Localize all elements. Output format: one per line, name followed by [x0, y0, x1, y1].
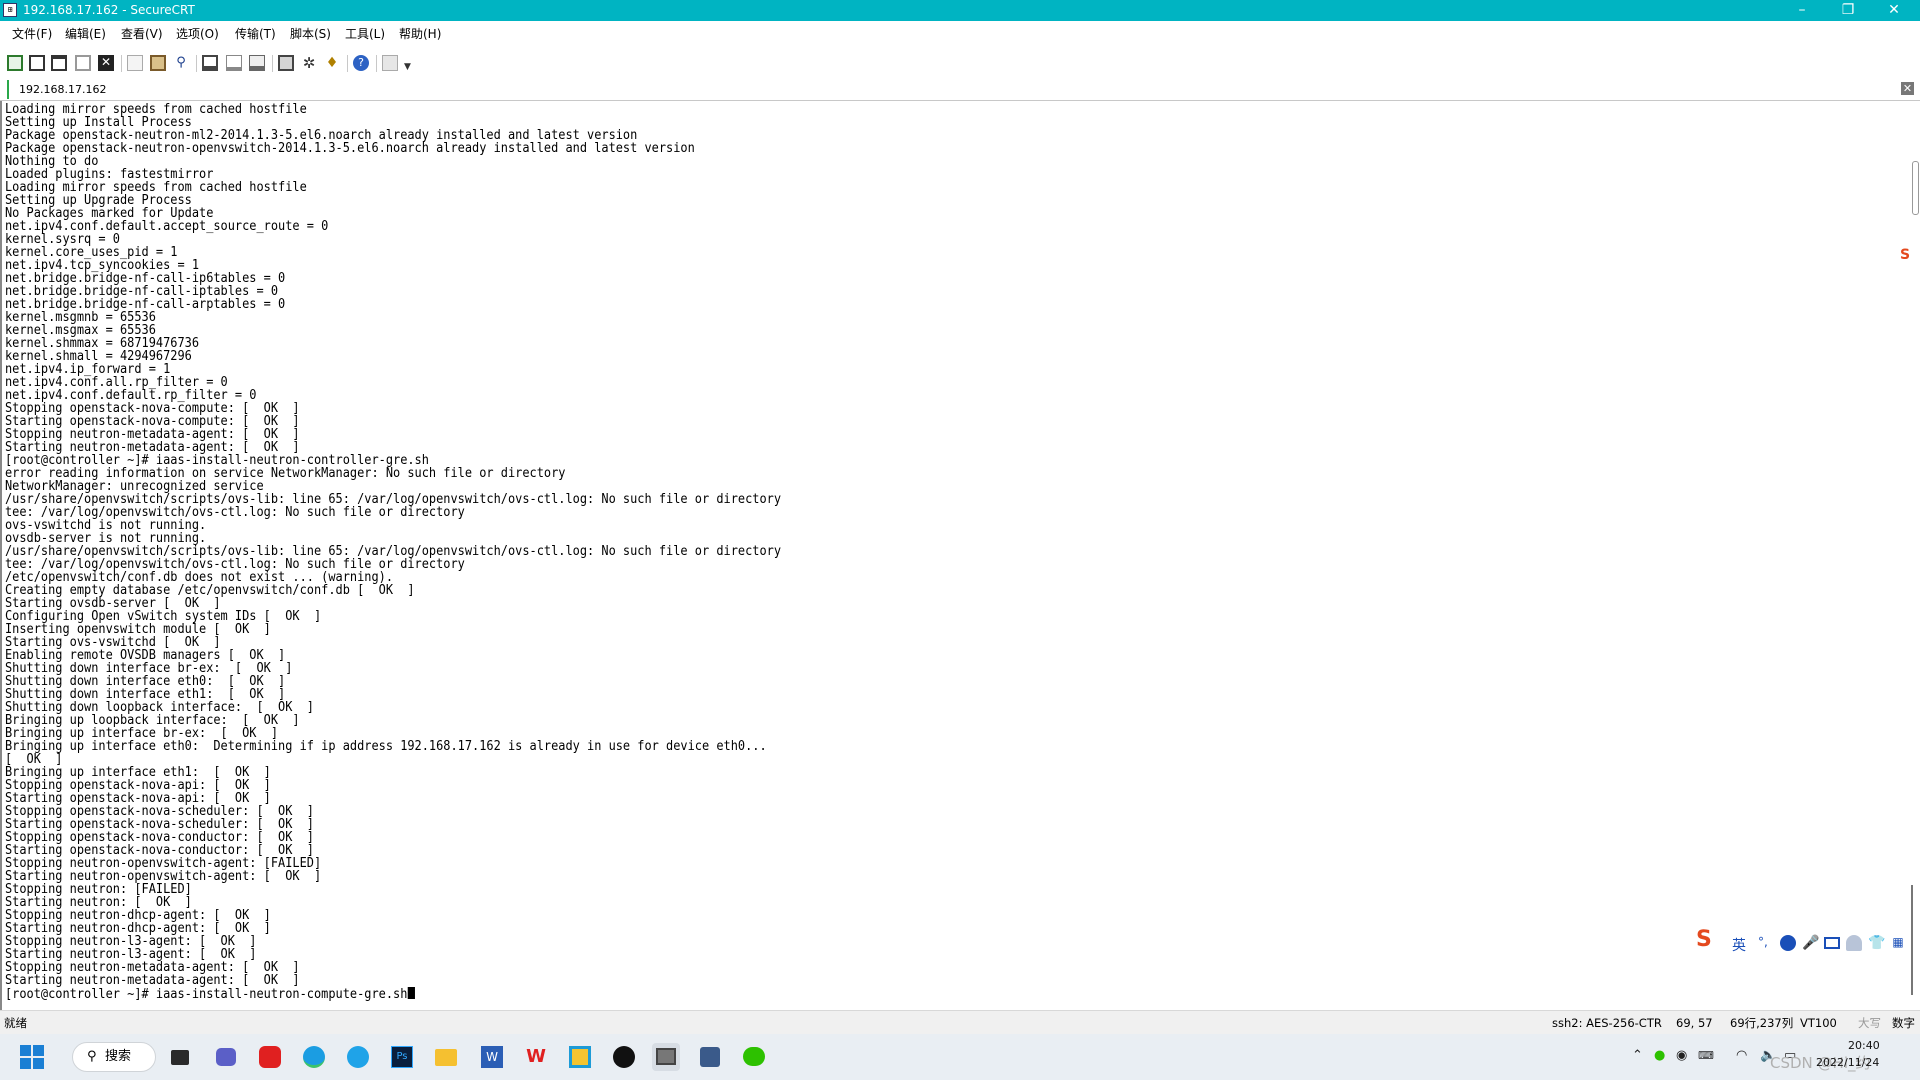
ime-mode-label[interactable]: 英 — [1732, 935, 1746, 955]
punctuation-icon[interactable]: °, — [1758, 935, 1774, 951]
paste-icon[interactable] — [150, 55, 166, 71]
global-options-icon[interactable]: ✲ — [301, 55, 317, 71]
toolbox-icon[interactable]: ▦ — [1890, 935, 1906, 951]
vertical-scrollbar[interactable] — [1910, 101, 1920, 1010]
skin-icon[interactable]: 👕 — [1868, 935, 1885, 951]
remote-icon[interactable] — [696, 1043, 724, 1071]
toolbar-separator — [196, 55, 197, 72]
sogou-side-widget[interactable]: S — [1900, 248, 1918, 288]
menu-help[interactable]: 帮助(H) — [399, 27, 441, 41]
copy-icon[interactable] — [127, 55, 143, 71]
clock-date[interactable]: 2022/11/24 — [1816, 1056, 1879, 1069]
dropdown-icon[interactable]: ▼ — [404, 59, 413, 75]
status-terminal-size: 69行,237列 — [1730, 1016, 1794, 1030]
session-tab-strip: 192.168.17.162 ✕ — [0, 79, 1920, 101]
search-icon: ⚲ — [87, 1049, 97, 1064]
qq-icon[interactable]: ◉ — [1676, 1048, 1687, 1064]
menu-script[interactable]: 脚本(S) — [290, 27, 331, 41]
ime-toolbar[interactable]: S 英 °, 🎤 👕 ▦ — [1690, 924, 1920, 964]
close-button[interactable]: ✕ — [1871, 0, 1917, 21]
taskbar-search[interactable]: ⚲ 搜索 — [72, 1042, 156, 1072]
menu-tools[interactable]: 工具(L) — [345, 27, 385, 41]
netease-music-icon[interactable] — [256, 1043, 284, 1071]
tray-app-icon[interactable]: ● — [1654, 1048, 1665, 1064]
status-ready: 就绪 — [4, 1016, 27, 1030]
menu-file[interactable]: 文件(F) — [12, 27, 52, 41]
find-icon[interactable]: ⚲ — [173, 55, 189, 71]
sftp-icon[interactable] — [382, 55, 398, 71]
connect-icon[interactable] — [7, 55, 23, 71]
keyboard-tray-icon[interactable]: ⌨ — [1698, 1048, 1714, 1064]
sogou-logo-icon[interactable]: S — [1696, 927, 1726, 957]
terminal-line: Bringing up interface eth0: Determining … — [5, 739, 767, 754]
status-cursor-position: 69, 57 — [1676, 1016, 1713, 1030]
microphone-icon[interactable]: 🎤 — [1802, 935, 1819, 951]
toolbar-separator — [272, 55, 273, 72]
terminal-prompt: [root@controller ~]# iaas-install-neutro… — [5, 987, 408, 1002]
terminal-line: Starting neutron-metadata-agent: [ OK ] — [5, 973, 300, 988]
toolbar-separator — [347, 55, 348, 72]
toolbar: ✕ ⚲ ✲ ♦ ? ▼ — [0, 47, 1920, 79]
print-selection-icon[interactable] — [226, 55, 242, 71]
reconnect-icon[interactable] — [75, 55, 91, 71]
menu-view[interactable]: 查看(V) — [121, 27, 163, 41]
maximize-button[interactable]: ❐ — [1825, 0, 1871, 21]
session-tab[interactable]: 192.168.17.162 — [7, 80, 114, 99]
help-icon[interactable]: ? — [353, 55, 369, 71]
tab-close-icon[interactable]: ✕ — [1901, 82, 1914, 95]
status-caps: 大写 — [1858, 1016, 1881, 1030]
clock-time[interactable]: 20:40 — [1848, 1039, 1880, 1052]
minimize-button[interactable]: – — [1779, 0, 1825, 21]
toolbar-separator — [376, 55, 377, 72]
user-icon[interactable] — [1846, 935, 1862, 951]
taskview-icon[interactable] — [166, 1043, 194, 1071]
status-cipher: ssh2: AES-256-CTR — [1552, 1016, 1662, 1030]
status-num: 数字 — [1892, 1016, 1915, 1030]
browser-icon[interactable] — [344, 1043, 372, 1071]
menu-transfer[interactable]: 传输(T) — [235, 27, 276, 41]
scrollbar-thumb[interactable] — [1912, 161, 1919, 215]
wechat-icon[interactable] — [740, 1043, 768, 1071]
menu-edit[interactable]: 编辑(E) — [65, 27, 106, 41]
securecrt-icon: ⊞ — [3, 3, 17, 17]
session-options-icon[interactable] — [278, 55, 294, 71]
title-bar[interactable]: ⊞ 192.168.17.162 - SecureCRT – ❐ ✕ — [0, 0, 1920, 21]
terminal-cursor — [407, 987, 415, 999]
word-icon[interactable]: W — [478, 1043, 506, 1071]
terminal-prompt-line[interactable]: [root@controller ~]# iaas-install-neutro… — [5, 987, 415, 1002]
taskbar: ⚲ 搜索 Ps W W ⌃ ● ◉ ⌨ ◠ 🔈 ▭ CSDN @Hi_约 20:… — [0, 1034, 1920, 1080]
toolbar-separator — [121, 55, 122, 72]
sogou-mini-icon: S — [1900, 247, 1911, 263]
securecrt-taskbar-icon[interactable] — [566, 1043, 594, 1071]
edge-icon[interactable] — [300, 1043, 328, 1071]
chevron-up-icon[interactable]: ⌃ — [1632, 1048, 1643, 1064]
search-label: 搜索 — [105, 1049, 132, 1064]
wifi-icon[interactable]: ◠ — [1736, 1048, 1747, 1064]
print-setup-icon[interactable] — [249, 55, 265, 71]
file-explorer-icon[interactable] — [432, 1043, 460, 1071]
terminal-line: Package openstack-neutron-openvswitch-20… — [5, 141, 695, 156]
print-icon[interactable] — [202, 55, 218, 71]
menu-bar: 文件(F) 编辑(E) 查看(V) 选项(O) 传输(T) 脚本(S) 工具(L… — [0, 21, 1920, 47]
emoji-icon[interactable] — [1780, 935, 1796, 951]
status-emulation: VT100 — [1800, 1016, 1837, 1030]
vmware-icon[interactable] — [652, 1043, 680, 1071]
terminal-output[interactable]: Loading mirror speeds from cached hostfi… — [0, 101, 1910, 1010]
status-bar: 就绪 ssh2: AES-256-CTR 69, 57 69行,237列 VT1… — [0, 1010, 1920, 1035]
keymap-icon[interactable]: ♦ — [324, 55, 340, 71]
github-icon[interactable] — [610, 1043, 638, 1071]
disconnect-icon[interactable]: ✕ — [98, 55, 114, 71]
chat-icon[interactable] — [212, 1043, 240, 1071]
photoshop-icon[interactable]: Ps — [388, 1043, 416, 1071]
wps-icon[interactable]: W — [522, 1043, 550, 1071]
connect-tab-icon[interactable] — [51, 55, 67, 71]
menu-options[interactable]: 选项(O) — [176, 27, 219, 41]
quick-connect-icon[interactable] — [29, 55, 45, 71]
keyboard-icon[interactable] — [1824, 937, 1840, 949]
window-title: 192.168.17.162 - SecureCRT — [23, 3, 195, 17]
start-icon[interactable] — [18, 1043, 46, 1071]
